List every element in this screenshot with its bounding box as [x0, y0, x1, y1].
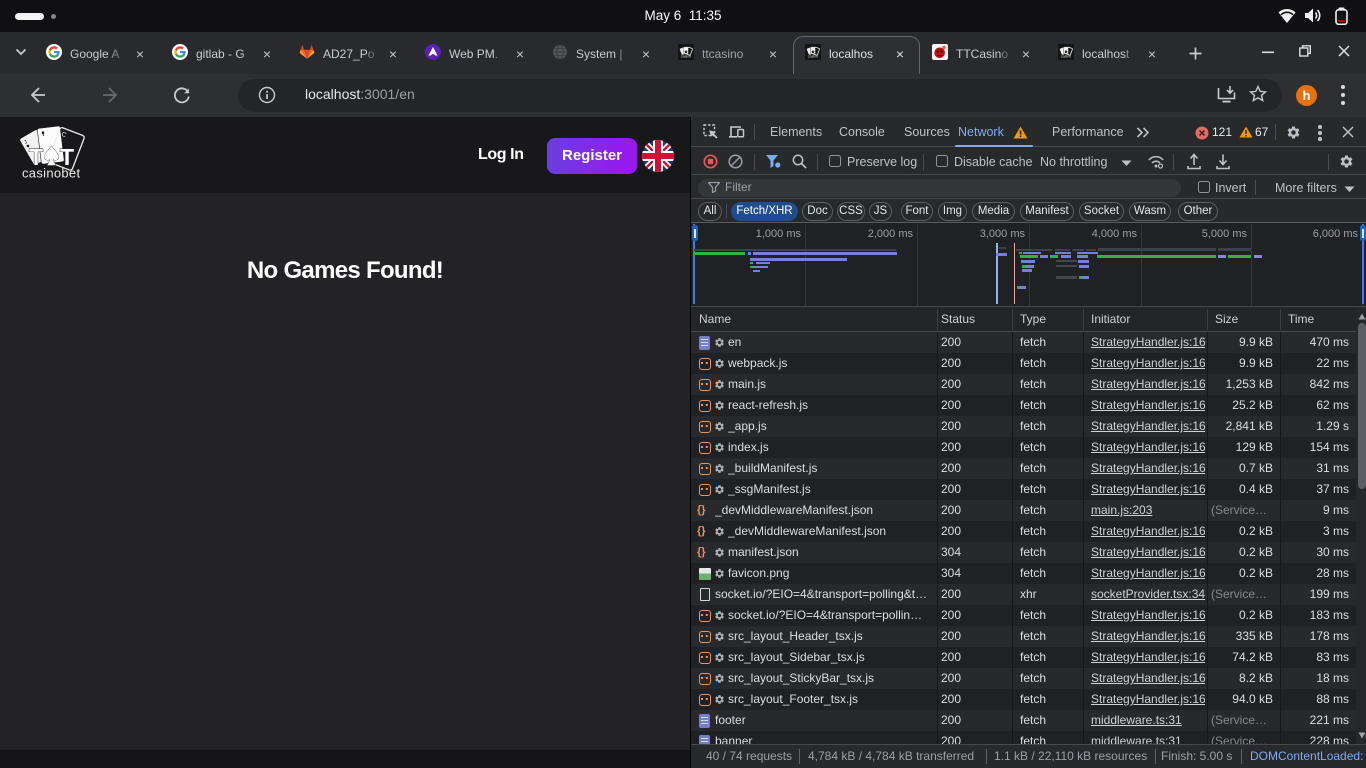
svg-text:casinobet: casinobet [22, 166, 80, 181]
